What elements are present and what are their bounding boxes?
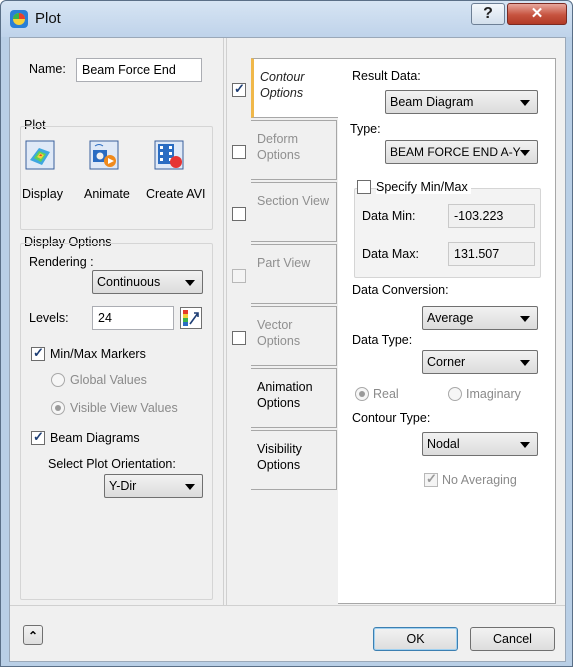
create-avi-icon[interactable]	[154, 140, 184, 170]
data-type-value: Corner	[427, 355, 466, 369]
type-label: Type:	[350, 122, 381, 136]
tab-visibility-options[interactable]: Visibility Options	[251, 430, 337, 490]
data-max-field[interactable]: 131.507	[448, 242, 535, 266]
tab-deform-options[interactable]: Deform Options	[251, 120, 337, 180]
contour-type-value: Nodal	[427, 437, 460, 451]
real-radio[interactable]	[355, 387, 369, 401]
type-value: BEAM FORCE END A-Y	[390, 145, 521, 159]
plot-dialog: Plot ? ✕ Name: Beam Force End Plot Displ…	[0, 0, 573, 667]
data-conversion-label: Data Conversion:	[352, 283, 449, 297]
chevron-down-icon	[520, 100, 530, 106]
tab-section-view[interactable]: Section View	[251, 182, 337, 242]
window-title: Plot	[35, 10, 61, 27]
animate-label: Animate	[84, 187, 130, 201]
visible-view-values-radio[interactable]	[51, 401, 65, 415]
data-max-label: Data Max:	[362, 247, 419, 261]
result-data-value: Beam Diagram	[390, 95, 474, 109]
help-button[interactable]: ?	[471, 3, 505, 25]
levels-label: Levels:	[29, 311, 69, 325]
specify-minmax-checkbox[interactable]	[357, 180, 371, 194]
minmax-markers-label: Min/Max Markers	[50, 347, 146, 361]
name-label: Name:	[29, 62, 66, 76]
tab-part-view-checkbox[interactable]	[232, 269, 246, 283]
cancel-button[interactable]: Cancel	[470, 627, 555, 651]
result-data-label: Result Data:	[352, 69, 421, 83]
chevron-down-icon	[185, 484, 195, 490]
color-scale-icon[interactable]	[180, 307, 202, 329]
tab-contour-checkbox[interactable]	[232, 81, 246, 97]
beam-diagrams-checkbox[interactable]	[31, 429, 45, 445]
tab-contour-options[interactable]: Contour Options	[251, 58, 339, 118]
animate-icon[interactable]	[89, 140, 119, 170]
imaginary-label: Imaginary	[466, 387, 521, 401]
data-min-field[interactable]: -103.223	[448, 204, 535, 228]
type-select[interactable]: BEAM FORCE END A-Y	[385, 140, 538, 164]
data-min-label: Data Min:	[362, 209, 416, 223]
display-options-group	[20, 243, 213, 600]
create-avi-label: Create AVI	[146, 187, 206, 201]
tab-part-view[interactable]: Part View	[251, 244, 337, 304]
data-type-label: Data Type:	[352, 333, 413, 347]
data-conversion-select[interactable]: Average	[422, 306, 538, 330]
contour-type-label: Contour Type:	[352, 411, 431, 425]
real-label: Real	[373, 387, 399, 401]
visible-view-values-label: Visible View Values	[70, 401, 178, 415]
orientation-label: Select Plot Orientation:	[48, 457, 176, 471]
title-bar[interactable]: Plot ? ✕	[1, 1, 572, 37]
tab-vector-checkbox[interactable]	[232, 331, 246, 345]
rendering-value: Continuous	[97, 275, 161, 289]
beam-diagrams-label: Beam Diagrams	[50, 431, 140, 445]
contour-type-select[interactable]: Nodal	[422, 432, 538, 456]
name-input[interactable]: Beam Force End	[76, 58, 202, 82]
global-values-radio[interactable]	[51, 373, 65, 387]
tab-vector-options[interactable]: Vector Options	[251, 306, 337, 366]
collapse-button[interactable]: ⌃	[23, 625, 43, 645]
tab-deform-checkbox[interactable]	[232, 145, 246, 159]
rendering-label: Rendering :	[29, 255, 94, 269]
app-icon	[10, 10, 28, 28]
footer-divider	[10, 605, 565, 606]
levels-input[interactable]: 24	[92, 306, 174, 330]
no-averaging-label: No Averaging	[442, 473, 517, 487]
imaginary-radio[interactable]	[448, 387, 462, 401]
dialog-client: Name: Beam Force End Plot Display Animat…	[9, 37, 566, 662]
orientation-select[interactable]: Y-Dir	[104, 474, 203, 498]
display-label: Display	[22, 187, 63, 201]
display-icon[interactable]	[25, 140, 55, 170]
no-averaging-checkbox[interactable]	[424, 471, 438, 487]
chevron-down-icon	[520, 442, 530, 448]
data-conversion-value: Average	[427, 311, 474, 325]
orientation-value: Y-Dir	[109, 479, 137, 493]
tab-section-view-checkbox[interactable]	[232, 207, 246, 221]
chevron-down-icon	[520, 360, 530, 366]
specify-minmax-label: Specify Min/Max	[376, 180, 471, 194]
rendering-select[interactable]: Continuous	[92, 270, 203, 294]
chevron-down-icon	[185, 280, 195, 286]
ok-button[interactable]: OK	[373, 627, 458, 651]
data-type-select[interactable]: Corner	[422, 350, 538, 374]
chevron-down-icon	[520, 150, 530, 156]
result-data-select[interactable]: Beam Diagram	[385, 90, 538, 114]
chevron-down-icon	[520, 316, 530, 322]
minmax-markers-checkbox[interactable]	[31, 345, 45, 361]
global-values-label: Global Values	[70, 373, 147, 387]
tab-animation-options[interactable]: Animation Options	[251, 368, 337, 428]
close-button[interactable]: ✕	[507, 3, 567, 25]
